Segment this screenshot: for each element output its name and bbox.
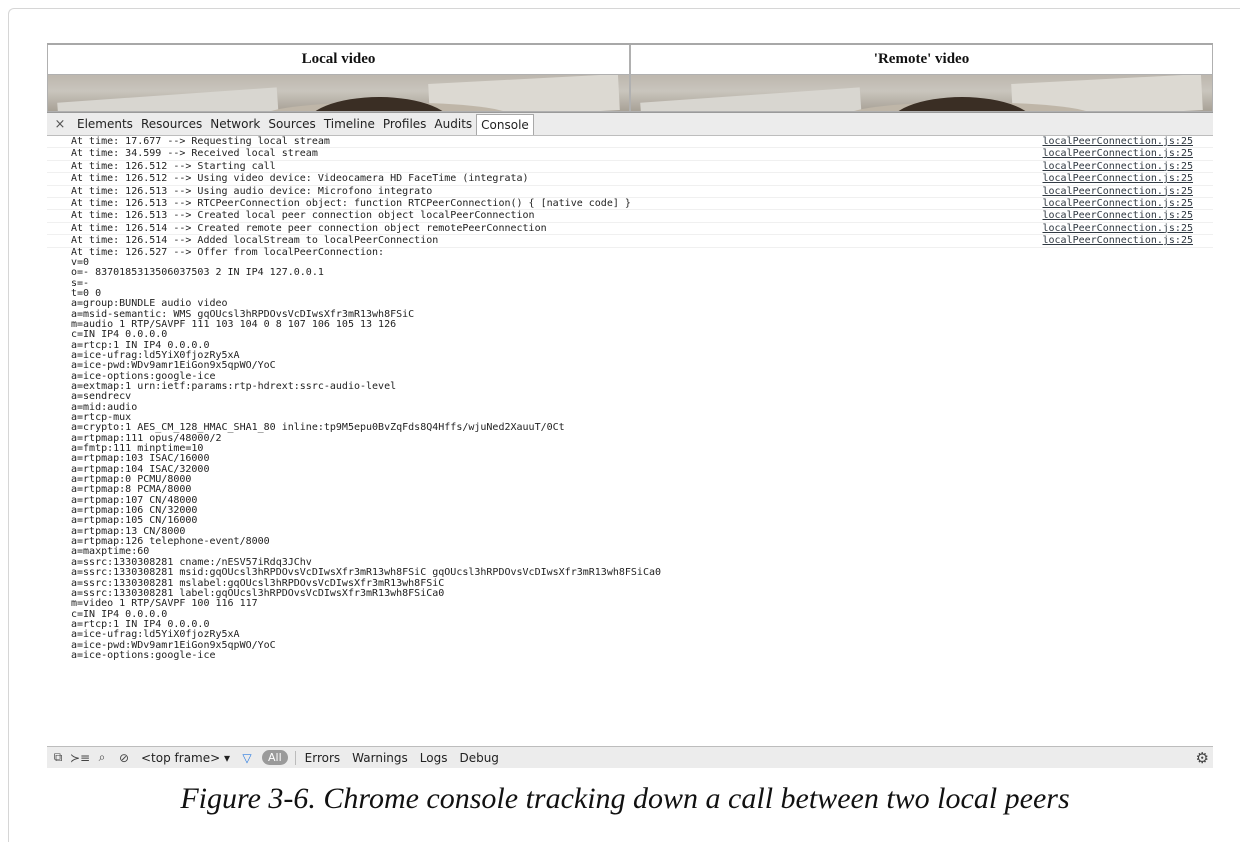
divider [294, 750, 296, 765]
log-message: At time: 126.514 --> Created remote peer… [71, 222, 547, 234]
sdp-line: a=ice-options:google-ice [71, 649, 216, 661]
sdp-line: o=- 8370185313506037503 2 IN IP4 127.0.0… [71, 267, 324, 279]
dock-icon[interactable]: ⧉ [47, 750, 69, 765]
sdp-line: a=rtpmap:103 ISAC/16000 [71, 453, 210, 465]
log-message: At time: 126.513 --> RTCPeerConnection o… [71, 197, 631, 209]
log-message: At time: 17.677 --> Requesting local str… [71, 136, 330, 147]
sdp-line: c=IN IP4 0.0.0.0 [71, 329, 168, 341]
sdp-line: c=IN IP4 0.0.0.0 [71, 608, 168, 620]
sdp-line: a=sendrecv [71, 391, 132, 403]
log-message: At time: 126.512 --> Starting call [71, 160, 276, 172]
sdp-line: At time: 126.527 --> Offer from localPee… [71, 246, 385, 258]
log-source-link[interactable]: localPeerConnection.js:25 [1042, 148, 1193, 159]
log-source-link[interactable]: localPeerConnection.js:25 [1042, 186, 1193, 197]
sdp-line: a=rtpmap:8 PCMA/8000 [71, 484, 192, 496]
sdp-line: a=rtpmap:126 telephone-event/8000 [71, 536, 270, 548]
log-source-link[interactable]: localPeerConnection.js:25 [1042, 198, 1193, 209]
remote-video [630, 75, 1213, 112]
tab-resources[interactable]: Resources [137, 114, 206, 134]
browser-screenshot: Local video 'Remote' video × Elements Re… [47, 43, 1213, 768]
sdp-line: a=rtpmap:111 opus/48000/2 [71, 432, 222, 444]
log-message: At time: 126.512 --> Using video device:… [71, 173, 529, 185]
console-log-row: At time: 126.512 --> Starting call localP… [47, 160, 1213, 174]
console-log-row: At time: 126.513 --> RTCPeerConnection o… [47, 197, 1213, 211]
filter-all[interactable]: All [262, 750, 288, 765]
sdp-line: a=rtpmap:0 PCMU/8000 [71, 474, 192, 486]
log-message: At time: 126.514 --> Added localStream t… [71, 235, 439, 247]
sdp-line: a=rtpmap:104 ISAC/32000 [71, 463, 210, 475]
remote-video-title: 'Remote' video [630, 45, 1213, 75]
log-message: At time: 34.599 --> Received local strea… [71, 148, 318, 160]
tab-profiles[interactable]: Profiles [379, 114, 431, 134]
console-log-row: At time: 126.513 --> Using audio device:… [47, 186, 1213, 198]
sdp-line: m=audio 1 RTP/SAVPF 111 103 104 0 8 107 … [71, 318, 397, 330]
log-source-link[interactable]: localPeerConnection.js:25 [1042, 210, 1193, 221]
tab-timeline[interactable]: Timeline [320, 114, 379, 134]
show-drawer-icon[interactable]: ≻≡ [69, 751, 91, 765]
tab-sources[interactable]: Sources [264, 114, 319, 134]
log-source-link[interactable]: localPeerConnection.js:25 [1042, 223, 1193, 234]
sdp-line: a=ice-pwd:WDv9amr1EiGon9x5qpWO/YoC [71, 639, 276, 651]
console-panel[interactable]: At time: 17.677 --> Requesting local str… [47, 136, 1213, 743]
console-log-row: At time: 126.513 --> Created local peer … [47, 210, 1213, 223]
log-source-link[interactable]: localPeerConnection.js:25 [1042, 235, 1193, 246]
frame-selector[interactable]: <top frame> ▾ [141, 751, 230, 765]
console-log-row: At time: 126.514 --> Added localStream t… [47, 235, 1213, 248]
sdp-line: a=rtpmap:106 CN/32000 [71, 505, 198, 517]
log-message: At time: 126.513 --> Created local peer … [71, 210, 535, 222]
clear-console-icon[interactable]: ⊘ [113, 751, 135, 765]
video-row [47, 75, 1213, 113]
sdp-line: a=ssrc:1330308281 msid:gqOUcsl3hRPDOvsVc… [71, 567, 662, 579]
console-log-row: At time: 126.514 --> Created remote peer… [47, 222, 1213, 236]
log-source-link[interactable]: localPeerConnection.js:25 [1042, 161, 1193, 172]
local-video-title: Local video [47, 45, 630, 75]
console-log-list: At time: 17.677 --> Requesting local str… [47, 136, 1213, 248]
console-sdp-message: At time: 126.527 --> Offer from localPee… [47, 246, 1213, 662]
filter-debug[interactable]: Debug [459, 751, 498, 765]
devtools-tabbar: × Elements Resources Network Sources Tim… [47, 113, 1213, 136]
local-video [47, 75, 630, 112]
sdp-line: s=- [71, 277, 90, 289]
sdp-line: t=0 0 [71, 287, 102, 299]
sdp-line: a=rtpmap:107 CN/48000 [71, 494, 198, 506]
sdp-line: a=rtcp:1 IN IP4 0.0.0.0 [71, 618, 210, 630]
close-icon[interactable]: × [47, 117, 73, 132]
gear-icon[interactable]: ⚙ [1196, 749, 1209, 767]
log-source-link[interactable]: localPeerConnection.js:25 [1042, 136, 1193, 147]
log-source-link[interactable]: localPeerConnection.js:25 [1042, 173, 1193, 184]
sdp-line: a=extmap:1 urn:ietf:params:rtp-hdrext:ss… [71, 380, 397, 392]
video-header-row: Local video 'Remote' video [47, 43, 1213, 75]
console-log-row: At time: 17.677 --> Requesting local str… [47, 136, 1213, 149]
sdp-line: a=crypto:1 AES_CM_128_HMAC_SHA1_80 inlin… [71, 422, 565, 434]
filter-errors[interactable]: Errors [305, 751, 341, 765]
tab-network[interactable]: Network [206, 114, 264, 134]
sdp-line: a=mid:audio [71, 401, 138, 413]
search-icon[interactable]: ⌕ [91, 750, 113, 765]
console-log-row: At time: 126.512 --> Using video device:… [47, 173, 1213, 186]
console-statusbar: ⧉ ≻≡ ⌕ ⊘ <top frame> ▾ ▽ All Errors Warn… [47, 746, 1213, 768]
filter-logs[interactable]: Logs [420, 751, 448, 765]
tab-elements[interactable]: Elements [73, 114, 137, 134]
sdp-line: a=fmtp:111 minptime=10 [71, 443, 204, 455]
tab-audits[interactable]: Audits [430, 114, 476, 134]
sdp-line: a=ice-pwd:WDv9amr1EiGon9x5qpWO/YoC [71, 360, 276, 372]
sdp-line: a=rtpmap:105 CN/16000 [71, 515, 198, 527]
tab-console[interactable]: Console [476, 113, 534, 135]
filter-icon[interactable]: ▽ [236, 751, 258, 765]
figure-caption: Figure 3-6. Chrome console tracking down… [180, 782, 1070, 815]
console-log-row: At time: 34.599 --> Received local strea… [47, 148, 1213, 161]
sdp-line: m=video 1 RTP/SAVPF 100 116 117 [71, 598, 258, 610]
filter-warnings[interactable]: Warnings [352, 751, 408, 765]
log-message: At time: 126.513 --> Using audio device:… [71, 185, 433, 197]
sdp-line: a=rtcp:1 IN IP4 0.0.0.0 [71, 339, 210, 351]
